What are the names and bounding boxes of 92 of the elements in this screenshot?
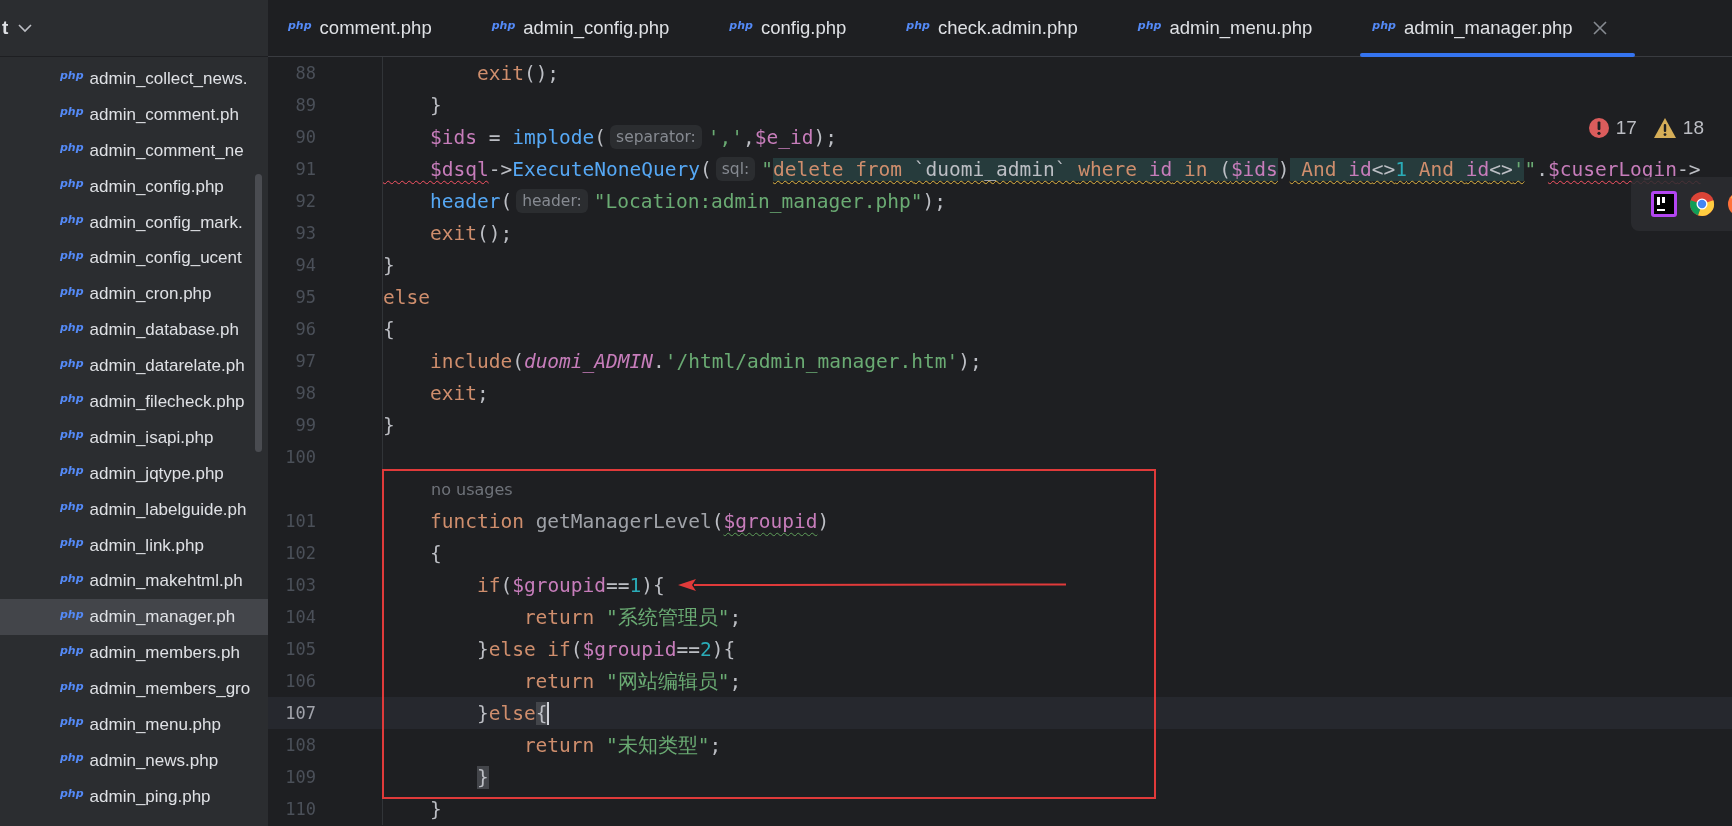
editor-tab[interactable]: php admin_menu.php [1125, 0, 1341, 56]
php-file-icon: php [60, 321, 84, 333]
code-text: if($groupid==1){ [475, 573, 665, 597]
file-item[interactable]: php admin_datarelate.ph [0, 348, 268, 384]
php-file-icon: php [729, 19, 753, 31]
php-file-icon: php [60, 106, 84, 118]
editor-tab[interactable]: php admin_config.php [479, 0, 698, 56]
scrollbar-thumb[interactable] [255, 174, 262, 452]
code-text: exit; [428, 381, 489, 405]
php-file-icon: php [60, 501, 84, 513]
file-item[interactable]: php admin_news.php [0, 742, 268, 779]
code-text: }else if($groupid==2){ [475, 637, 736, 661]
code-text: { [428, 541, 442, 565]
code-text: $ids = implode( [428, 125, 607, 149]
editor-tab[interactable]: php admin_manager.php [1360, 0, 1635, 56]
file-item[interactable]: php admin_jqtype.php [0, 455, 268, 492]
code-text: { [383, 317, 395, 341]
code-text: }else{ [475, 701, 550, 725]
file-item[interactable]: php admin_members.ph [0, 635, 268, 672]
code-text: return "系统管理员"; [522, 604, 742, 631]
php-file-icon: php [906, 19, 930, 31]
code-text: "Location:admin_manager.php"); [593, 189, 946, 213]
file-item[interactable]: php admin_filecheck.php [0, 384, 268, 420]
file-item[interactable]: php admin_isapi.php [0, 419, 268, 456]
file-item[interactable]: php admin_cron.php [0, 276, 268, 313]
php-file-icon: php [60, 752, 84, 764]
editor-tab[interactable]: php check.admin.php [894, 0, 1106, 56]
code-text: "delete from `duomi_admin` where id in ($ids) And id<>1 And id<>'".$cuserLogin-> [761, 157, 1701, 181]
code-text: } [383, 413, 395, 437]
parameter-hint: separator: [610, 125, 702, 149]
close-icon[interactable] [1592, 21, 1607, 35]
code-text: } [428, 797, 442, 821]
chevron-down-icon[interactable] [18, 23, 33, 33]
php-file-icon: php [60, 70, 84, 82]
code-text: return "未知类型"; [522, 732, 722, 759]
code-text: return "网站编辑员"; [522, 668, 742, 695]
error-count[interactable]: 17 [1615, 117, 1637, 139]
error-icon[interactable] [1587, 117, 1610, 139]
php-file-icon: php [1372, 19, 1396, 31]
php-file-icon: php [60, 357, 84, 369]
warning-icon[interactable] [1652, 117, 1677, 139]
line-number: 107 [284, 703, 316, 723]
php-file-icon: php [60, 429, 84, 441]
php-file-icon: php [60, 178, 84, 190]
code-text: } [428, 93, 442, 117]
file-item[interactable]: php admin_manager.ph [0, 599, 268, 636]
code-text: header( [428, 189, 513, 213]
file-item[interactable]: php admin_makehtml.ph [0, 563, 268, 600]
file-item[interactable]: php admin_menu.php [0, 707, 268, 743]
php-file-icon: php [60, 142, 84, 154]
file-item[interactable]: php admin_link.php [0, 527, 268, 564]
file-item[interactable]: php admin_members_gro [0, 671, 268, 708]
file-item[interactable]: php admin_config_mark. [0, 204, 268, 241]
code-text: exit(); [475, 61, 560, 85]
php-file-icon: php [60, 788, 84, 800]
code-text: function getManagerLevel($groupid) [428, 509, 830, 533]
editor-tab[interactable]: php comment.php [276, 0, 460, 56]
php-file-icon: php [60, 537, 84, 548]
code-text: else [383, 285, 430, 309]
file-item[interactable]: php admin_comment.ph [0, 96, 268, 133]
code-text: exit(); [428, 221, 513, 245]
code-text: } [383, 253, 395, 277]
parameter-hint: header: [516, 189, 588, 213]
panel-title[interactable]: t [2, 17, 9, 39]
php-file-icon: php [60, 393, 84, 405]
file-item[interactable]: php admin_config_ucent [0, 240, 268, 277]
file-item[interactable]: php admin_database.ph [0, 312, 268, 349]
code-text: ',',$e_id); [707, 125, 837, 149]
parameter-hint: sql: [715, 157, 756, 181]
editor-tab[interactable]: php config.php [717, 0, 875, 56]
code-text: include(duomi_ADMIN.'/html/admin_manager.htm'); [428, 349, 982, 373]
file-item[interactable]: php admin_collect_news. [0, 61, 268, 97]
file-item[interactable]: php admin_comment_ne [0, 132, 268, 169]
php-file-icon: php [60, 644, 84, 656]
file-item[interactable]: php admin_ping.php [0, 778, 268, 815]
file-item[interactable]: php admin_config.php [0, 168, 268, 205]
code-text: } [475, 765, 489, 789]
php-file-icon: php [60, 572, 84, 584]
php-file-icon: php [491, 19, 516, 31]
php-file-icon: php [1137, 19, 1162, 31]
php-file-icon: php [60, 249, 84, 261]
php-file-icon: php [60, 608, 84, 620]
php-file-icon: php [60, 285, 84, 297]
warning-count[interactable]: 18 [1682, 117, 1704, 139]
php-file-icon: php [60, 465, 84, 477]
php-file-icon: php [60, 680, 84, 692]
file-item[interactable]: php admin_labelguide.ph [0, 491, 268, 528]
usages-hint[interactable]: no usages [431, 479, 513, 499]
php-file-icon: php [60, 214, 84, 225]
code-text: $dsql->ExecuteNoneQuery( [428, 157, 712, 181]
php-file-icon: php [288, 19, 312, 31]
php-file-icon: php [60, 716, 84, 728]
